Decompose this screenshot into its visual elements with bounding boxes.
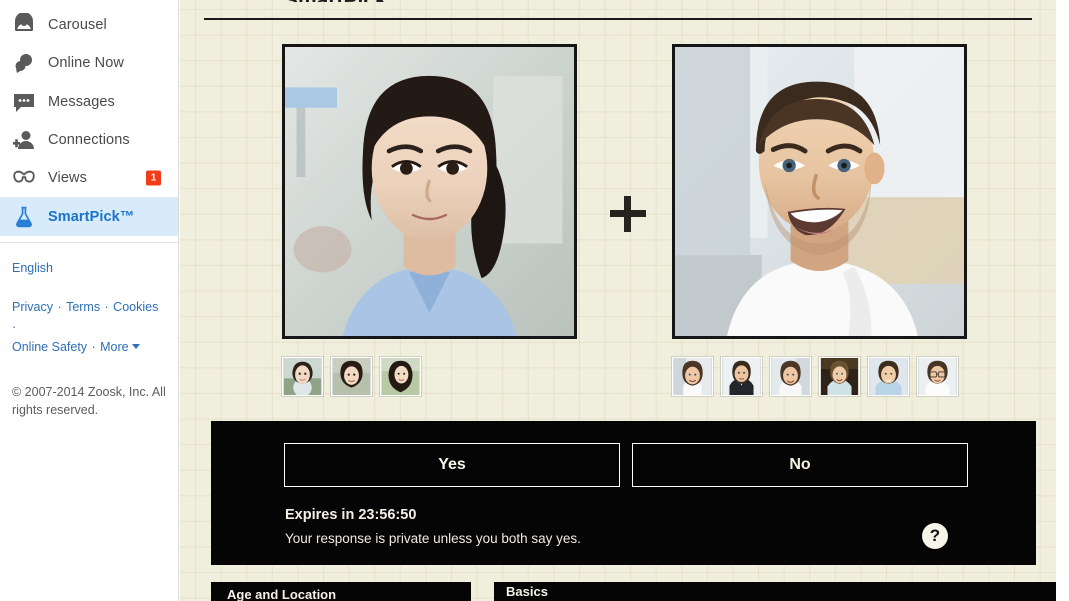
help-icon[interactable]: ? [922, 523, 948, 549]
page-title: SmartPick™ [284, 0, 408, 2]
chevron-down-icon[interactable] [131, 344, 140, 350]
left-profile-photo[interactable] [282, 44, 577, 339]
title-divider [204, 18, 1032, 20]
no-button[interactable]: No [632, 443, 968, 487]
sidebar-nav: Carousel Online Now Messages Connections [0, 0, 178, 243]
sidebar-item-carousel[interactable]: Carousel [0, 6, 178, 44]
message-icon [12, 90, 36, 114]
terms-link[interactable]: Terms [66, 300, 100, 314]
online-safety-link[interactable]: Online Safety [12, 340, 87, 354]
privacy-link[interactable]: Privacy [12, 300, 53, 314]
views-badge: 1 [146, 170, 161, 186]
thumbnail-item[interactable] [331, 357, 372, 396]
thumbnail-item[interactable] [868, 357, 909, 396]
link-separator: · [91, 339, 96, 354]
link-separator: · [57, 299, 62, 314]
smartpick-page: Carousel Online Now Messages Connections [0, 0, 1069, 601]
plus-icon [610, 196, 646, 232]
thumbnail-item[interactable] [819, 357, 860, 396]
thumbnail-item[interactable] [770, 357, 811, 396]
sidebar: Carousel Online Now Messages Connections [0, 0, 179, 601]
right-profile-photo[interactable] [672, 44, 967, 339]
expiry-timer: Expires in 23:56:50 [285, 507, 417, 523]
yes-button[interactable]: Yes [284, 443, 620, 487]
cookies-link[interactable]: Cookies [113, 300, 158, 314]
sidebar-item-online-now[interactable]: Online Now [0, 44, 178, 82]
basics-panel: Basics [494, 582, 1056, 601]
smartpick-action-bar: Yes No Expires in 23:56:50 Your response… [211, 421, 1036, 565]
age-and-location-panel: Age and Location [211, 582, 471, 601]
sidebar-item-connections[interactable]: Connections [0, 121, 178, 159]
copyright-text: © 2007-2014 Zoosk, Inc. All rights reser… [12, 384, 166, 417]
carousel-icon [12, 13, 36, 37]
sidebar-item-views[interactable]: Views 1 [0, 159, 178, 197]
thumbnail-item[interactable] [672, 357, 713, 396]
left-profile-thumbnails [282, 357, 421, 396]
sidebar-item-smartpick[interactable]: SmartPick™ [0, 197, 178, 236]
language-link[interactable]: English [12, 261, 166, 275]
panel-title: Basics [506, 584, 548, 599]
footer-links-row-2: Online Safety · More [12, 337, 166, 357]
link-separator: · [104, 299, 109, 314]
thumbnail-item[interactable] [282, 357, 323, 396]
flask-icon [12, 205, 36, 229]
sidebar-item-label: SmartPick™ [48, 208, 135, 225]
sidebar-footer: English Privacy · Terms · Cookies · Onli… [0, 243, 178, 419]
sidebar-item-label: Connections [48, 132, 130, 149]
add-person-icon [12, 128, 36, 152]
sidebar-item-label: Messages [48, 93, 115, 110]
thumbnail-item[interactable] [917, 357, 958, 396]
right-gutter [1056, 0, 1069, 601]
footer-links-row-1: Privacy · Terms · Cookies · [12, 297, 166, 337]
thumbnail-item[interactable] [721, 357, 762, 396]
glasses-icon [12, 166, 36, 190]
sidebar-item-label: Online Now [48, 55, 124, 72]
link-separator: · [12, 319, 17, 334]
chat-bubbles-icon [12, 51, 36, 75]
privacy-note: Your response is private unless you both… [285, 531, 581, 546]
right-profile-thumbnails [672, 357, 958, 396]
more-link[interactable]: More [100, 340, 128, 354]
sidebar-item-label: Carousel [48, 17, 107, 34]
sidebar-item-messages[interactable]: Messages [0, 83, 178, 121]
panel-title: Age and Location [227, 587, 337, 601]
sidebar-item-label: Views [48, 170, 87, 187]
thumbnail-item[interactable] [380, 357, 421, 396]
main-content: SmartPick™ [180, 0, 1056, 601]
